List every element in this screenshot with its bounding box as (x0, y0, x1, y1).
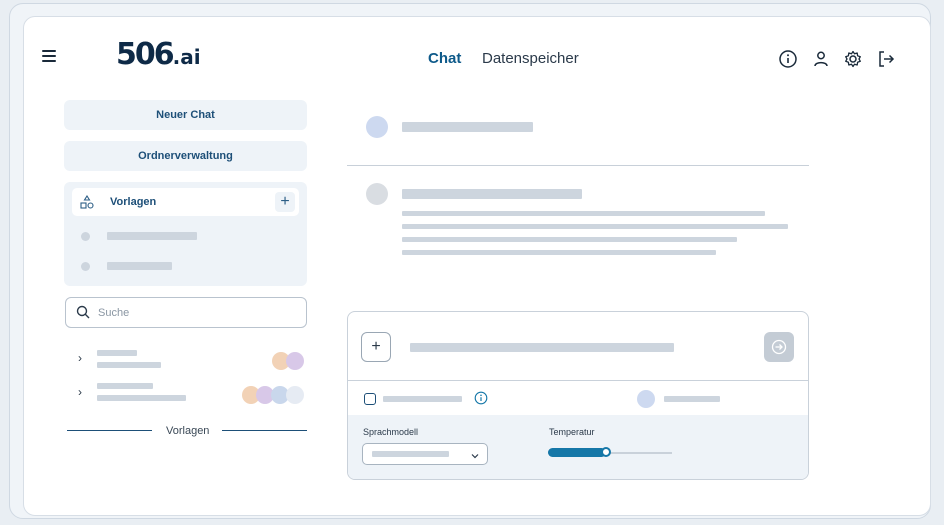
send-button[interactable] (764, 332, 794, 362)
avatar (637, 390, 655, 408)
templates-icon (80, 194, 94, 209)
list-item-dot (81, 262, 90, 271)
tab-chat[interactable]: Chat (428, 50, 461, 68)
avatar (286, 352, 304, 370)
assistant-line (402, 250, 716, 255)
tab-datenspeicher[interactable]: Datenspeicher (482, 50, 579, 68)
assistant-line (402, 224, 788, 229)
logout-icon[interactable] (876, 49, 896, 69)
search-icon (76, 305, 90, 319)
temperature-label: Temperatur (549, 427, 595, 437)
folder-management-button[interactable]: Ordnerverwaltung (64, 141, 307, 171)
chat-row-title[interactable] (97, 383, 153, 389)
chat-row-subtitle (97, 362, 161, 368)
model-select-value (372, 451, 449, 457)
info-icon[interactable] (474, 391, 488, 405)
chevron-right-icon[interactable]: › (78, 351, 82, 365)
avatar (286, 386, 304, 404)
search-placeholder: Suche (98, 307, 130, 319)
user-message (402, 122, 533, 132)
divider (222, 430, 307, 431)
composer-divider (348, 380, 808, 381)
assistant-line (402, 211, 765, 216)
logo: 506.ai (116, 37, 201, 72)
message-divider (347, 165, 809, 166)
assistant-line (402, 237, 737, 242)
new-chat-button[interactable]: Neuer Chat (64, 100, 307, 130)
templates-label: Vorlagen (110, 196, 157, 208)
model-label: Sprachmodell (363, 427, 419, 437)
avatar-label (664, 396, 720, 402)
message-input[interactable] (410, 343, 674, 352)
chevron-down-icon (470, 448, 480, 459)
send-icon (771, 339, 787, 355)
list-item-dot (81, 232, 90, 241)
chat-row-subtitle (97, 395, 186, 401)
option-checkbox[interactable] (364, 393, 376, 405)
info-icon[interactable] (778, 49, 798, 69)
list-item[interactable] (107, 262, 172, 270)
menu-icon[interactable] (42, 50, 56, 62)
user-icon[interactable] (811, 49, 831, 69)
assistant-avatar (366, 183, 388, 205)
settings-icon[interactable] (843, 49, 863, 69)
chat-row-title[interactable] (97, 350, 137, 356)
temperature-slider-knob[interactable] (601, 447, 611, 457)
add-template-button[interactable]: + (275, 192, 295, 212)
user-avatar (366, 116, 388, 138)
chevron-right-icon[interactable]: › (78, 385, 82, 399)
divider (67, 430, 152, 431)
checkbox-label (383, 396, 462, 402)
attach-button[interactable]: + (361, 332, 391, 362)
temperature-slider-fill (548, 448, 606, 457)
divider-label: Vorlagen (166, 425, 210, 437)
list-item[interactable] (107, 232, 197, 240)
assistant-title (402, 189, 582, 199)
templates-header[interactable] (72, 188, 299, 216)
